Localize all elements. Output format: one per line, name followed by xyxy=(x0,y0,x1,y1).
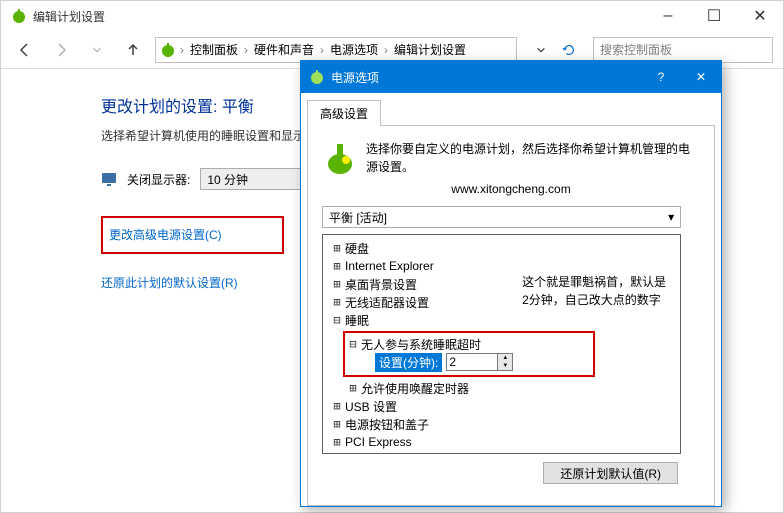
tree-node[interactable]: 允许使用唤醒定时器 xyxy=(359,380,469,397)
spinner-down-icon[interactable]: ▼ xyxy=(498,362,512,370)
watermark-url: www.xitongcheng.com xyxy=(322,182,700,196)
battery-icon xyxy=(322,140,358,176)
turn-off-display-label: 关闭显示器: xyxy=(127,171,190,188)
expand-icon[interactable]: ⊞ xyxy=(331,435,343,449)
search-input[interactable]: 搜索控制面板 xyxy=(593,37,773,63)
expand-icon[interactable]: ⊞ xyxy=(331,259,343,273)
chevron-right-icon: › xyxy=(320,43,324,57)
power-options-dialog: 电源选项 ? ✕ 高级设置 选择你要自定义的电源计划，然后选择你希望计算机管理的… xyxy=(300,60,722,507)
dialog-close-button[interactable]: ✕ xyxy=(681,61,721,93)
tree-node[interactable]: USB 设置 xyxy=(343,398,397,415)
minimize-button[interactable]: – xyxy=(645,1,691,31)
maximize-button[interactable]: ☐ xyxy=(691,1,737,31)
power-plan-select[interactable]: 平衡 [活动] ▾ xyxy=(322,206,681,228)
window-title: 编辑计划设置 xyxy=(33,8,645,25)
highlight-annotation: 更改高级电源设置(C) xyxy=(101,216,284,254)
expand-icon[interactable]: ⊞ xyxy=(331,241,343,255)
monitor-icon xyxy=(101,171,117,187)
spinner-up-icon[interactable]: ▲ xyxy=(498,354,512,362)
dialog-title: 电源选项 xyxy=(331,69,379,86)
chevron-right-icon: › xyxy=(244,43,248,57)
refresh-button[interactable] xyxy=(557,38,581,62)
tree-node-sleep[interactable]: 睡眠 xyxy=(343,312,369,329)
intro-text: 选择你要自定义的电源计划，然后选择你希望计算机管理的电源设置。 xyxy=(366,140,700,176)
minutes-spinner[interactable]: ▲ ▼ xyxy=(446,353,513,371)
collapse-icon[interactable]: ⊟ xyxy=(347,337,359,351)
back-button[interactable] xyxy=(11,36,39,64)
tree-node[interactable]: Internet Explorer xyxy=(343,259,434,273)
breadcrumb-item[interactable]: 电源选项 xyxy=(326,41,382,58)
expand-icon[interactable]: ⊞ xyxy=(331,295,343,309)
close-button[interactable]: ✕ xyxy=(737,1,783,31)
settings-tree[interactable]: 这个就是罪魁祸首，默认是 2分钟，自己改大点的数字 ⊞硬盘 ⊞Internet … xyxy=(322,234,681,454)
highlight-annotation: ⊟无人参与系统睡眠超时 设置(分钟): ▲ ▼ xyxy=(343,331,595,377)
minutes-input[interactable] xyxy=(446,353,498,371)
tree-node[interactable]: 无线适配器设置 xyxy=(343,294,429,311)
tab-advanced[interactable]: 高级设置 xyxy=(307,100,381,126)
power-options-icon xyxy=(309,69,325,85)
expand-icon[interactable]: ⊞ xyxy=(331,277,343,291)
expand-icon[interactable]: ⊞ xyxy=(331,399,343,413)
dropdown-button[interactable] xyxy=(529,38,553,62)
breadcrumb-item[interactable]: 控制面板 xyxy=(186,41,242,58)
power-options-icon xyxy=(11,8,27,24)
annotation-text: 这个就是罪魁祸首，默认是 2分钟，自己改大点的数字 xyxy=(522,273,666,309)
tree-node[interactable]: 硬盘 xyxy=(343,240,369,257)
forward-button[interactable] xyxy=(47,36,75,64)
change-advanced-link[interactable]: 更改高级电源设置(C) xyxy=(109,228,222,242)
breadcrumb[interactable]: › 控制面板 › 硬件和声音 › 电源选项 › 编辑计划设置 xyxy=(155,37,517,63)
control-panel-icon xyxy=(160,42,176,58)
up-button[interactable] xyxy=(119,36,147,64)
tree-node[interactable]: 电源按钮和盖子 xyxy=(343,416,429,433)
history-dropdown[interactable] xyxy=(83,36,111,64)
titlebar: 编辑计划设置 – ☐ ✕ xyxy=(1,1,783,31)
breadcrumb-item[interactable]: 硬件和声音 xyxy=(250,41,318,58)
chevron-right-icon: › xyxy=(384,43,388,57)
tree-node[interactable]: 桌面背景设置 xyxy=(343,276,417,293)
help-button[interactable]: ? xyxy=(641,61,681,93)
chevron-down-icon: ▾ xyxy=(668,210,674,224)
dialog-titlebar: 电源选项 ? ✕ xyxy=(301,61,721,93)
chevron-right-icon: › xyxy=(180,43,184,57)
setting-minutes-label: 设置(分钟): xyxy=(375,353,442,372)
expand-icon[interactable]: ⊞ xyxy=(331,417,343,431)
expand-icon[interactable]: ⊞ xyxy=(347,381,359,395)
tree-node-unattended-sleep[interactable]: 无人参与系统睡眠超时 xyxy=(359,336,481,353)
restore-plan-defaults-button[interactable]: 还原计划默认值(R) xyxy=(543,462,678,484)
tree-node[interactable]: PCI Express xyxy=(343,435,412,449)
collapse-icon[interactable]: ⊟ xyxy=(331,313,343,327)
breadcrumb-item[interactable]: 编辑计划设置 xyxy=(390,41,470,58)
